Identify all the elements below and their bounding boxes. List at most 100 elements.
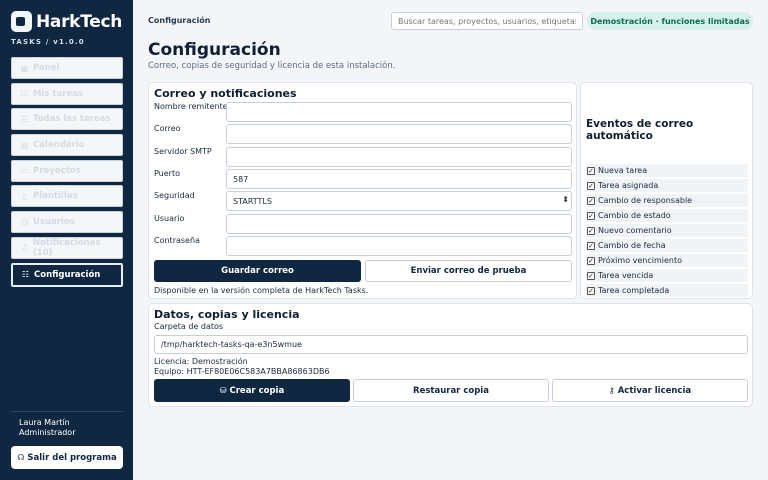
checkbox-checked-icon[interactable]: ✓ xyxy=(587,286,595,295)
create-backup-button[interactable]: ⛁ Crear copia xyxy=(154,379,350,402)
current-user: Laura Martín Administrador xyxy=(19,418,75,438)
brand-name: HarkTech xyxy=(36,11,123,32)
event-label: Tarea asignada xyxy=(598,181,659,190)
security-row: Seguridad STARTTLS xyxy=(154,191,572,211)
event-label: Nueva tarea xyxy=(598,166,648,175)
sidebar-item-settings[interactable]: ☷ Configuración xyxy=(11,262,123,287)
port-field[interactable]: 587 xyxy=(226,169,572,189)
activate-license-label: Activar licencia xyxy=(617,385,692,396)
security-select[interactable]: STARTTLS xyxy=(226,191,572,211)
data-license-card: Datos, copias y licencia Carpeta de dato… xyxy=(148,303,753,407)
folder-icon: ▭ xyxy=(20,166,29,176)
checkbox-checked-icon[interactable]: ✓ xyxy=(587,211,595,220)
checkbox-checked-icon[interactable]: ✓ xyxy=(587,271,595,280)
demo-badge: Demostración · funciones limitadas xyxy=(587,12,753,30)
app-logo-icon xyxy=(11,11,32,32)
equipment-id: Equipo: HTT-EF80E06C583A7BBA86863DB6 xyxy=(154,367,330,376)
username-row: Usuario xyxy=(154,214,572,234)
restore-backup-button[interactable]: Restaurar copia xyxy=(353,379,549,402)
send-test-mail-button[interactable]: Enviar correo de prueba xyxy=(365,260,572,282)
event-item[interactable]: ✓ Nuevo comentario xyxy=(586,224,748,237)
event-item[interactable]: ✓ Próximo vencimiento xyxy=(586,254,748,267)
data-folder-field[interactable]: /tmp/harktech-tasks-qa-e3n5wmue xyxy=(154,335,748,354)
email-field[interactable] xyxy=(226,124,572,144)
event-item[interactable]: ✓ Cambio de estado xyxy=(586,209,748,222)
sidebar-item-notifications[interactable]: ♫ Notificaciones (10) xyxy=(11,236,123,259)
activate-license-button[interactable]: ⚷ Activar licencia xyxy=(552,379,748,402)
sidebar-item-all-tasks[interactable]: ☰ Todas las tareas xyxy=(11,108,123,131)
list-icon: ☰ xyxy=(20,114,29,124)
sidebar-item-label: Configuración xyxy=(34,269,101,280)
event-item[interactable]: ✓ Tarea asignada xyxy=(586,179,748,192)
bell-icon: ♫ xyxy=(20,243,29,253)
sender-name-row: Nombre remitente xyxy=(154,102,572,122)
file-icon: ▯ xyxy=(22,191,27,201)
password-field[interactable] xyxy=(226,236,572,256)
event-item[interactable]: ✓ Tarea completada xyxy=(586,284,748,297)
event-label: Tarea completada xyxy=(598,286,670,295)
sliders-icon: ☷ xyxy=(21,270,30,279)
username-field[interactable] xyxy=(226,214,572,234)
sidebar-divider xyxy=(11,411,123,412)
checkbox-checked-icon[interactable]: ✓ xyxy=(587,196,595,205)
mail-events-card: Eventos de correo automático ✓ Nueva tare… xyxy=(580,82,753,299)
events-list: ✓ Nueva tarea ✓ Tarea asignada ✓ Cambio de … xyxy=(586,164,748,299)
sidebar-item-label: Mis tareas xyxy=(33,88,83,99)
save-mail-button[interactable]: Guardar correo xyxy=(154,260,361,282)
password-label: Contraseña xyxy=(154,236,200,245)
smtp-label: Servidor SMTP xyxy=(154,147,212,156)
email-label: Correo xyxy=(154,124,181,133)
brand-version: TASKS / v1.0.0 xyxy=(11,38,85,46)
logout-button[interactable]: ☊ Salir del programa xyxy=(11,446,123,469)
sidebar-item-label: Calendario xyxy=(33,140,85,151)
event-label: Nuevo comentario xyxy=(598,226,672,235)
checkbox-checked-icon[interactable]: ✓ xyxy=(587,241,595,250)
checkbox-checked-icon[interactable]: ✓ xyxy=(587,166,595,175)
event-item[interactable]: ✓ Nueva tarea xyxy=(586,164,748,177)
page-subtitle: Correo, copias de seguridad y licencia d… xyxy=(148,61,396,71)
mail-card-title: Correo y notificaciones xyxy=(154,87,297,100)
event-label: Próximo vencimiento xyxy=(598,256,683,265)
check-icon: ☑ xyxy=(20,89,29,99)
event-label: Tarea vencida xyxy=(598,271,654,280)
sidebar-item-panel[interactable]: ▦ Panel xyxy=(11,57,123,79)
user-name: Laura Martín xyxy=(19,418,70,427)
sidebar-item-label: Proyectos xyxy=(33,165,81,176)
event-label: Cambio de estado xyxy=(598,211,671,220)
checkbox-checked-icon[interactable]: ✓ xyxy=(587,181,595,190)
smtp-server-field[interactable] xyxy=(226,147,572,167)
sidebar-item-templates[interactable]: ▯ Plantillas xyxy=(11,185,123,208)
smtp-row: Servidor SMTP xyxy=(154,147,572,167)
license-status: Licencia: Demostración xyxy=(154,357,248,366)
users-icon: ☺ xyxy=(20,217,29,227)
event-item[interactable]: ✓ Tarea vencida xyxy=(586,269,748,282)
checkbox-checked-icon[interactable]: ✓ xyxy=(587,226,595,235)
calendar-icon: ▤ xyxy=(20,140,29,150)
sidebar-item-users[interactable]: ☺ Usuarios xyxy=(11,211,123,234)
event-item[interactable]: ✓ Cambio de responsable xyxy=(586,194,748,207)
sidebar-item-calendar[interactable]: ▤ Calendario xyxy=(11,134,123,157)
sidebar-nav: ▦ Panel ☑ Mis tareas ☰ Todas las tareas … xyxy=(11,57,123,290)
create-backup-label: Crear copia xyxy=(229,385,285,396)
event-item[interactable]: ✓ Cambio de fecha xyxy=(586,239,748,252)
sidebar-item-projects[interactable]: ▭ Proyectos xyxy=(11,159,123,182)
email-row: Correo xyxy=(154,124,572,144)
page-title: Configuración xyxy=(148,40,281,60)
sidebar: HarkTech TASKS / v1.0.0 ▦ Panel ☑ Mis ta… xyxy=(0,0,133,480)
sidebar-item-label: Plantillas xyxy=(33,191,78,202)
headset-icon: ☊ xyxy=(17,453,25,462)
full-version-note: Disponible en la versión completa de Har… xyxy=(154,286,369,295)
sidebar-item-my-tasks[interactable]: ☑ Mis tareas xyxy=(11,82,123,105)
mail-settings-card: Correo y notificaciones Nombre remitente… xyxy=(148,82,577,299)
events-card-title: Eventos de correo automático xyxy=(586,118,694,142)
search-input[interactable] xyxy=(391,12,583,30)
port-label: Puerto xyxy=(154,169,180,178)
port-row: Puerto 587 xyxy=(154,169,572,189)
password-row: Contraseña xyxy=(154,236,572,256)
checkbox-checked-icon[interactable]: ✓ xyxy=(587,256,595,265)
security-label: Seguridad xyxy=(154,191,195,200)
sender-name-field[interactable] xyxy=(226,102,572,122)
grid-icon: ▦ xyxy=(20,63,29,73)
username-label: Usuario xyxy=(154,214,185,223)
sidebar-item-label: Todas las tareas xyxy=(33,114,111,125)
